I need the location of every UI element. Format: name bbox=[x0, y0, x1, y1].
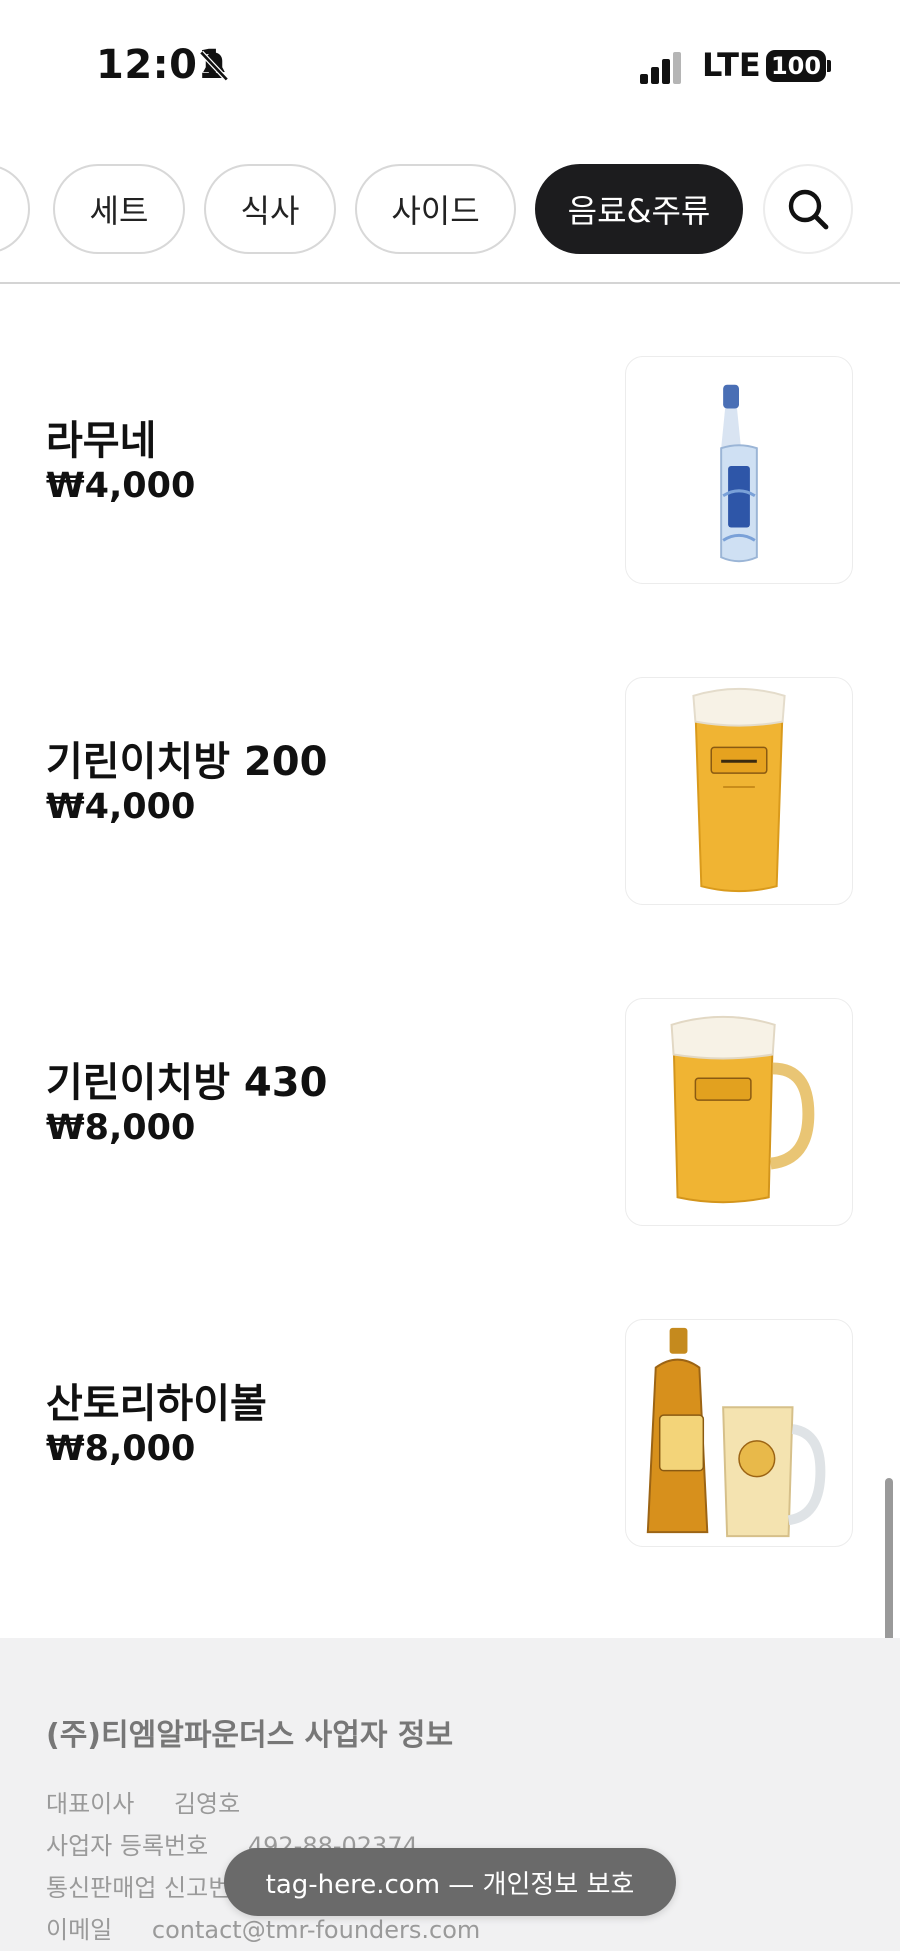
beer-mug-image bbox=[625, 998, 853, 1226]
item-price: ₩8,000 bbox=[46, 1108, 196, 1148]
tab-side[interactable]: 사이드 bbox=[355, 164, 516, 254]
menu-item[interactable]: 산토리하이볼 ₩8,000 bbox=[0, 1319, 900, 1549]
tab-label: 세트 bbox=[89, 192, 149, 230]
status-bar: 12:01 LTE 100 bbox=[0, 0, 900, 130]
menu-item[interactable]: 기린이치방 200 ₩4,000 bbox=[0, 677, 900, 907]
menu-item[interactable]: 라무네 ₩4,000 bbox=[0, 356, 900, 586]
battery-tip bbox=[827, 60, 831, 72]
menu-item[interactable]: 기린이치방 430 ₩8,000 bbox=[0, 998, 900, 1228]
screen: 12:01 LTE 100 세트 식사 사이드 음료&주류 라무네 ₩4,000… bbox=[0, 0, 900, 1951]
item-name: 산토리하이볼 bbox=[46, 1381, 267, 1427]
item-price: ₩4,000 bbox=[46, 466, 196, 506]
tab-label: 식사 bbox=[240, 192, 300, 230]
search-icon bbox=[788, 189, 829, 230]
category-tabs: 세트 식사 사이드 음료&주류 bbox=[0, 160, 900, 254]
tab-meal[interactable]: 식사 bbox=[204, 164, 336, 254]
ecommerce-label: 통신판매업 신고번호 bbox=[46, 1874, 253, 1902]
item-name: 기린이치방 200 bbox=[46, 739, 328, 785]
tab-label: 음료&주류 bbox=[567, 192, 711, 230]
battery-icon: 100 bbox=[766, 50, 826, 82]
beer-glass-image bbox=[625, 677, 853, 905]
ceo-row: 대표이사 김영호 bbox=[46, 1784, 240, 1819]
item-price: ₩4,000 bbox=[46, 787, 196, 827]
email-label: 이메일 bbox=[46, 1916, 113, 1944]
item-name: 기린이치방 430 bbox=[46, 1060, 328, 1106]
ceo-label: 대표이사 bbox=[46, 1790, 135, 1818]
item-price: ₩8,000 bbox=[46, 1429, 196, 1469]
whisky-highball-image bbox=[625, 1319, 853, 1547]
ramune-bottle-image bbox=[625, 356, 853, 584]
bell-muted-icon bbox=[199, 50, 229, 82]
privacy-toast[interactable]: tag-here.com — 개인정보 보호 bbox=[224, 1848, 676, 1916]
email-value: contact@tmr-founders.com bbox=[151, 1916, 481, 1944]
tab-set[interactable]: 세트 bbox=[53, 164, 185, 254]
tab-drinks[interactable]: 음료&주류 bbox=[535, 164, 743, 254]
tabs-divider bbox=[0, 282, 900, 284]
tab-label: 사이드 bbox=[391, 192, 480, 230]
search-button[interactable] bbox=[763, 164, 853, 254]
item-name: 라무네 bbox=[46, 418, 157, 464]
ecommerce-row: 통신판매업 신고번호 bbox=[46, 1868, 252, 1903]
cellular-signal-icon bbox=[640, 50, 684, 84]
footer-title: (주)티엠알파운더스 사업자 정보 bbox=[46, 1718, 454, 1753]
biz-no-label: 사업자 등록번호 bbox=[46, 1832, 209, 1860]
tab-partial-left[interactable] bbox=[0, 164, 30, 254]
network-type: LTE bbox=[702, 46, 761, 84]
ceo-value: 김영호 bbox=[173, 1790, 241, 1818]
